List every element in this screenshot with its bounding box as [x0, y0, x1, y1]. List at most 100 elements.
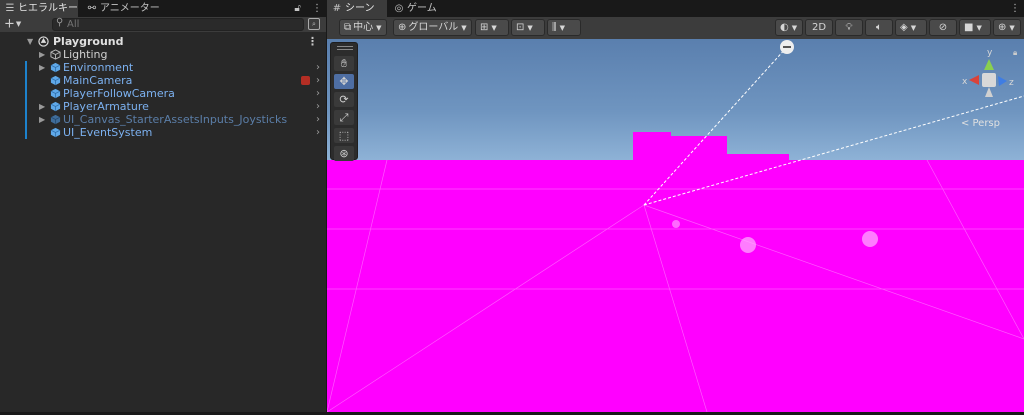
rect-tool[interactable]: ⬚: [334, 128, 354, 143]
more-options-icon[interactable]: ⋮: [307, 35, 318, 48]
gameobject-icon: [50, 49, 61, 60]
lock-icon[interactable]: 🔓︎: [294, 3, 300, 14]
prefab-icon: [50, 114, 61, 125]
hidden-objects-toggle[interactable]: ⊘: [929, 19, 957, 36]
tab-hierarchy[interactable]: ☰ ヒエラルキー: [0, 0, 78, 17]
tree-item-label: PlayerArmature: [63, 100, 149, 113]
tree-row-playground[interactable]: ▼ Playground ⋮: [0, 35, 326, 48]
draw-mode-button[interactable]: ◐ ▼: [775, 19, 803, 36]
add-label: +: [4, 16, 15, 32]
list-icon: ☰: [5, 3, 15, 14]
scene-visibility-icon[interactable]: ⌕: [308, 18, 320, 30]
tree-row-maincamera[interactable]: MainCamera ›: [0, 74, 326, 87]
transform-icon: ⊛: [339, 147, 349, 160]
chevron-right-icon[interactable]: ›: [316, 61, 320, 74]
tree-row-playerfollowcamera[interactable]: PlayerFollowCamera ›: [0, 87, 326, 100]
gamepad-icon: ◎: [394, 3, 404, 14]
grid-snap-icon: ⊞: [480, 22, 489, 33]
chevron-down-icon: ▼: [376, 24, 382, 32]
scene-geometry: [327, 40, 1024, 412]
more-options-icon[interactable]: ⋮: [312, 3, 322, 14]
grid-visibility-button[interactable]: ⫼ ▼: [547, 19, 581, 36]
tree-item-label: PlayerFollowCamera: [63, 87, 175, 100]
perspective-grid: [327, 159, 1024, 412]
add-object-button[interactable]: +▼: [4, 17, 21, 32]
override-marker: [25, 126, 27, 139]
snap-icon: ⊡: [516, 22, 525, 33]
gizmos-dropdown[interactable]: ⊕ ▼: [993, 19, 1021, 36]
increment-snap-button[interactable]: ⊡ ▼: [511, 19, 545, 36]
prefab-icon: [50, 88, 61, 99]
axis-y-label: y: [987, 48, 993, 58]
axis-gizmo: y 🔒︎ x z: [962, 48, 1017, 97]
move-tool[interactable]: ✥: [334, 74, 354, 89]
tree-row-ui-eventsystem[interactable]: UI_EventSystem ›: [0, 126, 326, 139]
hand-tool[interactable]: ✋︎: [334, 56, 354, 71]
hierarchy-tabbar: ☰ ヒエラルキー ⚯ アニメーター 🔓︎ ⋮: [0, 0, 326, 17]
pivot-dropdown[interactable]: ⧉ 中心 ▼: [339, 19, 387, 36]
cinemachine-brain-icon: [301, 76, 310, 85]
grip-handle[interactable]: [337, 46, 353, 50]
grid-visibility-icon: ⫼: [552, 22, 557, 33]
expand-arrow-icon[interactable]: ▶: [39, 48, 45, 61]
tree-row-environment[interactable]: ▶ Environment ›: [0, 61, 326, 74]
tab-scene[interactable]: # シーン: [327, 0, 387, 17]
expand-arrow-icon[interactable]: ▶: [39, 100, 45, 113]
prefab-icon: [50, 127, 61, 138]
override-marker: [25, 113, 27, 126]
tree-row-lighting[interactable]: ▶ Lighting: [0, 48, 326, 61]
search-input[interactable]: [67, 19, 297, 30]
mode-2d-button[interactable]: 2D: [805, 19, 833, 36]
expand-arrow-icon[interactable]: ▶: [39, 61, 45, 74]
override-marker: [25, 100, 27, 113]
tab-animator[interactable]: ⚯ アニメーター: [82, 0, 172, 17]
expand-arrow-icon[interactable]: ▶: [39, 113, 45, 126]
orientation-gizmo[interactable]: y 🔒︎ x z: [944, 43, 1024, 128]
building-block: [633, 132, 671, 162]
axis-x-label: x: [962, 77, 968, 87]
building-block: [727, 154, 789, 162]
chevron-down-icon: ▼: [15, 20, 22, 28]
neg-y-cone: [985, 87, 993, 97]
chevron-right-icon[interactable]: ›: [316, 100, 320, 113]
chevron-down-icon: ▼: [976, 24, 982, 32]
tab-game[interactable]: ◎ ゲーム: [389, 0, 449, 17]
lighting-toggle[interactable]: 💡︎: [835, 19, 863, 36]
light-gizmo: [862, 231, 878, 247]
tree-row-ui-canvas[interactable]: ▶ UI_Canvas_StarterAssetsInputs_Joystick…: [0, 113, 326, 126]
scene-viewport[interactable]: ✋︎ ✥ ⟳ ⤢ ⬚ ⊛ y 🔒︎ x z < Persp: [327, 39, 1024, 412]
space-dropdown[interactable]: ⊕ グローバル ▼: [393, 19, 472, 36]
eye-off-icon: ⊘: [938, 22, 948, 33]
shading-icon: ◐: [780, 22, 789, 33]
camera-dropdown[interactable]: ■ ▼: [959, 19, 991, 36]
override-marker: [25, 74, 27, 87]
chevron-down-icon: ▼: [527, 24, 533, 32]
expand-arrow-icon[interactable]: ▼: [27, 35, 33, 48]
grid-icon: #: [332, 3, 342, 14]
scale-tool[interactable]: ⤢: [334, 110, 354, 125]
audio-toggle[interactable]: 🔈︎: [865, 19, 893, 36]
prefab-icon: [50, 75, 61, 86]
x-axis-cone: [969, 75, 979, 85]
gizmo-center: [982, 73, 996, 87]
transform-tool[interactable]: ⊛: [334, 146, 354, 161]
camera-icon: ■: [964, 22, 974, 33]
tree-row-playerarmature[interactable]: ▶ PlayerArmature ›: [0, 100, 326, 113]
effects-dropdown[interactable]: ◈ ▼: [895, 19, 927, 36]
chevron-right-icon[interactable]: ›: [316, 126, 320, 139]
projection-toggle[interactable]: < Persp: [961, 118, 1000, 129]
chevron-down-icon: ▼: [910, 24, 917, 32]
more-options-icon[interactable]: ⋮: [1010, 3, 1020, 14]
rotate-tool[interactable]: ⟳: [334, 92, 354, 107]
chevron-right-icon[interactable]: ›: [316, 113, 320, 126]
building-block: [671, 136, 727, 162]
scene-toolbar: ⧉ 中心 ▼ ⊕ グローバル ▼ ⊞ ▼ ⊡ ▼ ⫼ ▼ ◐ ▼ 2D 💡︎ 🔈︎ ◈ ▼ ⊘ ■…: [327, 17, 1024, 39]
chevron-right-icon[interactable]: ›: [316, 74, 320, 87]
prefab-icon: [50, 62, 61, 73]
tab-scene-label: シーン: [345, 3, 375, 14]
light-gizmo: [740, 237, 756, 253]
grid-snap-button[interactable]: ⊞ ▼: [475, 19, 509, 36]
chevron-right-icon[interactable]: ›: [316, 87, 320, 100]
z-axis-cone: [998, 76, 1007, 86]
chevron-down-icon: ▼: [559, 24, 565, 32]
